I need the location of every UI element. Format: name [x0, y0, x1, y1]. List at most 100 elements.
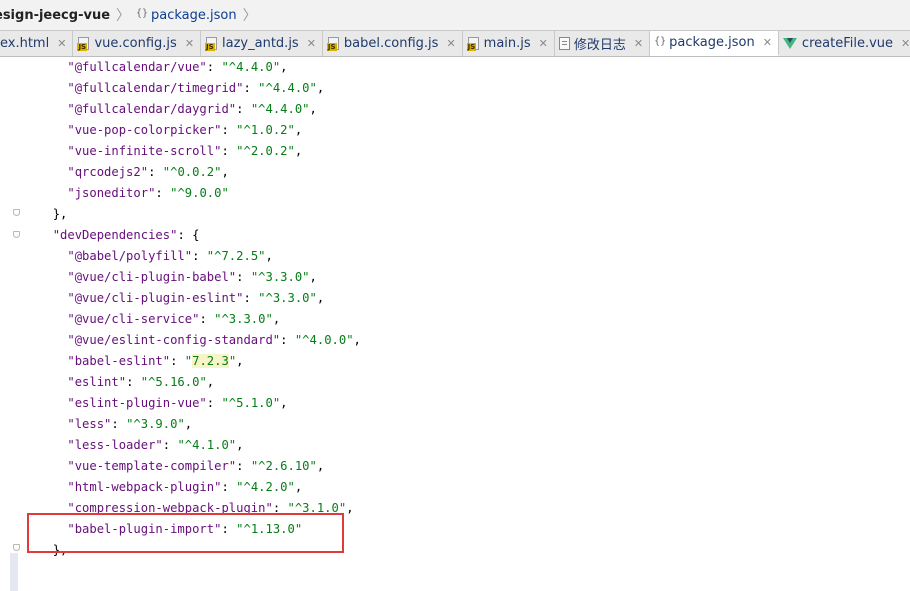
json-key: "vue-infinite-scroll" [67, 144, 222, 158]
json-punctuation: , [280, 60, 288, 74]
json-punctuation: , [221, 165, 229, 179]
code-line: "vue-pop-colorpicker": "^1.0.2", [38, 120, 361, 141]
close-tab-icon[interactable]: ✕ [307, 37, 316, 50]
close-tab-icon[interactable]: ✕ [901, 37, 910, 50]
fold-marker-icon[interactable] [13, 231, 20, 240]
json-value: "^2.0.2" [236, 144, 295, 158]
editor-tab[interactable]: ex.html ✕ [0, 31, 74, 56]
js-file-icon [466, 36, 480, 51]
json-value: "^5.16.0" [140, 375, 207, 389]
editor-tab[interactable]: vue.config.js ✕ [73, 31, 202, 56]
json-key: "@fullcalendar/vue" [67, 60, 207, 74]
json-file-icon [136, 8, 148, 22]
json-key: "@babel/polyfill" [67, 249, 193, 263]
editor-tab[interactable]: createFile.vue ✕ [779, 31, 910, 56]
editor-tab-label: babel.config.js [343, 36, 439, 51]
editor-tab[interactable]: lazy_antd.js ✕ [201, 31, 323, 56]
code-content[interactable]: "@fullcalendar/vue": "^4.4.0", "@fullcal… [38, 57, 361, 561]
js-file-icon [77, 36, 90, 51]
json-key: "@vue/cli-service" [67, 312, 200, 326]
breadcrumb-end-separator-icon: 〉 [242, 8, 257, 24]
json-value: "^9.0.0" [170, 186, 229, 200]
json-value: "^3.3.0" [214, 312, 273, 326]
json-separator: : [236, 459, 251, 473]
code-line: }, [38, 204, 361, 225]
json-key: "eslint-plugin-vue" [67, 396, 207, 410]
fold-marker-icon[interactable] [13, 209, 20, 218]
json-punctuation: , [236, 354, 244, 368]
json-value: "^7.2.5" [206, 249, 266, 263]
editor-tab[interactable]: main.js ✕ [463, 31, 555, 56]
editor-tab-label: ex.html [0, 36, 50, 51]
json-key: "jsoneditor" [67, 186, 156, 200]
json-key: "@fullcalendar/timegrid" [67, 81, 244, 95]
json-punctuation: , [294, 480, 303, 494]
code-line: "@vue/cli-service": "^3.3.0", [38, 309, 361, 330]
text-file-icon [558, 37, 570, 50]
json-key: "@vue/cli-plugin-eslint" [67, 291, 244, 305]
editor-tab-label: createFile.vue [801, 36, 894, 51]
json-key: "vue-pop-colorpicker" [67, 123, 222, 137]
json-punctuation: , [353, 333, 361, 347]
editor-tab[interactable]: package.json ✕ [650, 31, 779, 56]
json-punctuation: , [280, 396, 288, 410]
json-key: "@vue/cli-plugin-babel" [67, 270, 237, 284]
json-value: "^3.3.0" [250, 270, 310, 284]
json-separator: : [162, 438, 178, 452]
json-separator: : [148, 165, 163, 179]
json-separator: : [221, 123, 237, 137]
json-key: "babel-eslint" [67, 354, 171, 368]
breadcrumb-project[interactable]: esign-jeecg-vue [0, 8, 110, 23]
breadcrumb-file[interactable]: package.json [136, 8, 237, 23]
close-tab-icon[interactable]: ✕ [763, 36, 772, 49]
close-tab-icon[interactable]: ✕ [634, 37, 643, 50]
json-punctuation: , [294, 123, 303, 137]
editor-tab-label: lazy_antd.js [222, 36, 299, 51]
json-punctuation: , [265, 249, 273, 263]
json-punctuation: , [346, 501, 354, 515]
json-key: "eslint" [67, 375, 127, 389]
code-line: "eslint": "^5.16.0", [38, 372, 361, 393]
breadcrumb: esign-jeecg-vue 〉 package.json 〉 [0, 0, 910, 31]
close-tab-icon[interactable]: ✕ [539, 37, 548, 50]
close-tab-icon[interactable]: ✕ [57, 37, 66, 50]
code-line: "jsoneditor": "^9.0.0" [38, 183, 361, 204]
json-separator: : [206, 396, 222, 410]
fold-marker-icon[interactable] [13, 544, 20, 553]
json-punctuation: , [316, 459, 325, 473]
code-line: "babel-eslint": "7.2.3", [38, 351, 361, 372]
editor-tab[interactable]: 修改日志 ✕ [555, 31, 651, 56]
json-separator: : [243, 291, 259, 305]
code-line: "eslint-plugin-vue": "^5.1.0", [38, 393, 361, 414]
breadcrumb-file-label: package.json [151, 7, 237, 23]
editor-tab-bar: ex.html✕vue.config.js✕lazy_antd.js✕babel… [0, 31, 910, 57]
json-separator: : [177, 228, 193, 242]
close-tab-icon[interactable]: ✕ [185, 37, 194, 50]
breadcrumb-separator-icon: 〉 [116, 8, 131, 24]
json-value: "^3.9.0" [126, 417, 185, 431]
json-punctuation: , [206, 375, 215, 389]
code-editor[interactable]: "@fullcalendar/vue": "^4.4.0", "@fullcal… [0, 57, 910, 591]
json-separator: : [280, 333, 295, 347]
json-separator: : [221, 480, 237, 494]
close-tab-icon[interactable]: ✕ [446, 37, 455, 50]
json-separator: : [243, 81, 259, 95]
json-punctuation: , [294, 144, 303, 158]
editor-tab[interactable]: babel.config.js ✕ [323, 31, 463, 56]
change-marker [10, 553, 18, 591]
json-separator: : [236, 102, 251, 116]
json-separator: : [199, 312, 215, 326]
json-value: "^4.4.0" [221, 60, 281, 74]
